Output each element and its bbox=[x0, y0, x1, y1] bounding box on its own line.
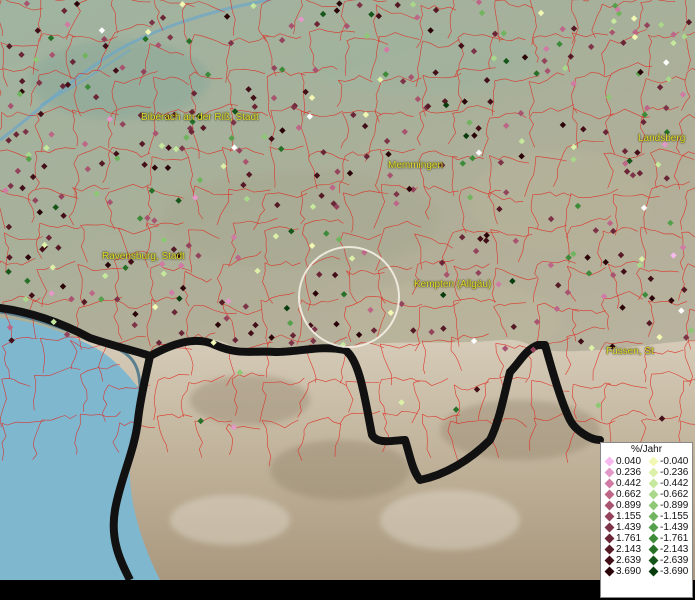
legend-swatch-negative bbox=[648, 456, 659, 467]
legend-swatch-positive bbox=[604, 467, 615, 478]
legend-value-positive: 0.040 bbox=[616, 456, 642, 467]
legend-row: 1.155 -1.155 bbox=[601, 511, 692, 522]
legend-row: 2.143 -2.143 bbox=[601, 544, 692, 555]
legend-value-positive: 1.155 bbox=[616, 511, 642, 522]
legend-value-negative: -2.143 bbox=[660, 544, 689, 555]
legend-row: 0.442 -0.442 bbox=[601, 478, 692, 489]
legend-swatch-negative bbox=[648, 566, 659, 577]
map-view[interactable]: Biberach an der Riß, Stadt Memmingen Lan… bbox=[0, 0, 695, 600]
city-label-biberach: Biberach an der Riß, Stadt bbox=[141, 112, 259, 123]
legend-value-positive: 3.690 bbox=[616, 566, 642, 577]
legend-row: 1.761 -1.761 bbox=[601, 533, 692, 544]
legend-swatch-positive bbox=[604, 500, 615, 511]
city-label-kempten: Kempten (Allgäu) bbox=[414, 279, 492, 290]
city-label-landsberg: Landsberg bbox=[638, 133, 686, 144]
legend-swatch-negative bbox=[648, 522, 659, 533]
legend-row: 0.236 -0.236 bbox=[601, 467, 692, 478]
legend-value-positive: 1.439 bbox=[616, 522, 642, 533]
city-label-memmingen: Memmingen bbox=[388, 160, 444, 171]
legend-swatch-positive bbox=[604, 522, 615, 533]
legend-row: 0.040 -0.040 bbox=[601, 456, 692, 467]
legend-swatch-negative bbox=[648, 511, 659, 522]
legend-row: 1.439 -1.439 bbox=[601, 522, 692, 533]
map-canvas[interactable] bbox=[0, 0, 695, 580]
legend-value-positive: 2.639 bbox=[616, 555, 642, 566]
legend-row: 0.662 -0.662 bbox=[601, 489, 692, 500]
legend-swatch-positive bbox=[604, 489, 615, 500]
city-label-ravensburg: Ravensburg, Stadt bbox=[102, 251, 185, 262]
legend-value-negative: -0.040 bbox=[660, 456, 689, 467]
legend-value-negative: -1.761 bbox=[660, 533, 689, 544]
legend-swatch-positive bbox=[604, 456, 615, 467]
legend-swatch-positive bbox=[604, 555, 615, 566]
legend-value-negative: -0.662 bbox=[660, 489, 689, 500]
legend-value-positive: 0.442 bbox=[616, 478, 642, 489]
legend-value-positive: 2.143 bbox=[616, 544, 642, 555]
legend-value-negative: -1.155 bbox=[660, 511, 689, 522]
legend-swatch-positive bbox=[604, 544, 615, 555]
legend-value-negative: -0.899 bbox=[660, 500, 689, 511]
legend-row: 0.899 -0.899 bbox=[601, 500, 692, 511]
legend-swatch-positive bbox=[604, 511, 615, 522]
legend-value-negative: -3.690 bbox=[660, 566, 689, 577]
legend-swatch-negative bbox=[648, 544, 659, 555]
legend-swatch-negative bbox=[648, 500, 659, 511]
city-label-fuessen: Füssen, St bbox=[606, 346, 654, 357]
legend-value-negative: -1.439 bbox=[660, 522, 689, 533]
legend-swatch-negative bbox=[648, 555, 659, 566]
legend-row: 3.690 -3.690 bbox=[601, 566, 692, 577]
legend-swatch-positive bbox=[604, 478, 615, 489]
legend-value-positive: 0.662 bbox=[616, 489, 642, 500]
legend-swatch-negative bbox=[648, 467, 659, 478]
legend-value-negative: -0.442 bbox=[660, 478, 689, 489]
legend-swatch-negative bbox=[648, 489, 659, 500]
legend-swatch-negative bbox=[648, 478, 659, 489]
bottom-bar bbox=[0, 580, 600, 600]
legend-value-negative: -2.639 bbox=[660, 555, 689, 566]
legend-value-positive: 1.761 bbox=[616, 533, 642, 544]
legend-title: %/Jahr bbox=[630, 444, 663, 455]
legend-swatch-positive bbox=[604, 533, 615, 544]
legend-row: 2.639 -2.639 bbox=[601, 555, 692, 566]
legend-value-negative: -0.236 bbox=[660, 467, 689, 478]
legend-rows: 0.040 -0.040 0.236 -0.236 0.442 -0.442 0.662 -0… bbox=[601, 456, 692, 577]
legend-swatch-positive bbox=[604, 566, 615, 577]
legend-value-positive: 0.236 bbox=[616, 467, 642, 478]
legend: %/Jahr 0.040 -0.040 0.236 -0.236 0.442 -0.442… bbox=[600, 442, 693, 598]
legend-value-positive: 0.899 bbox=[616, 500, 642, 511]
legend-swatch-negative bbox=[648, 533, 659, 544]
